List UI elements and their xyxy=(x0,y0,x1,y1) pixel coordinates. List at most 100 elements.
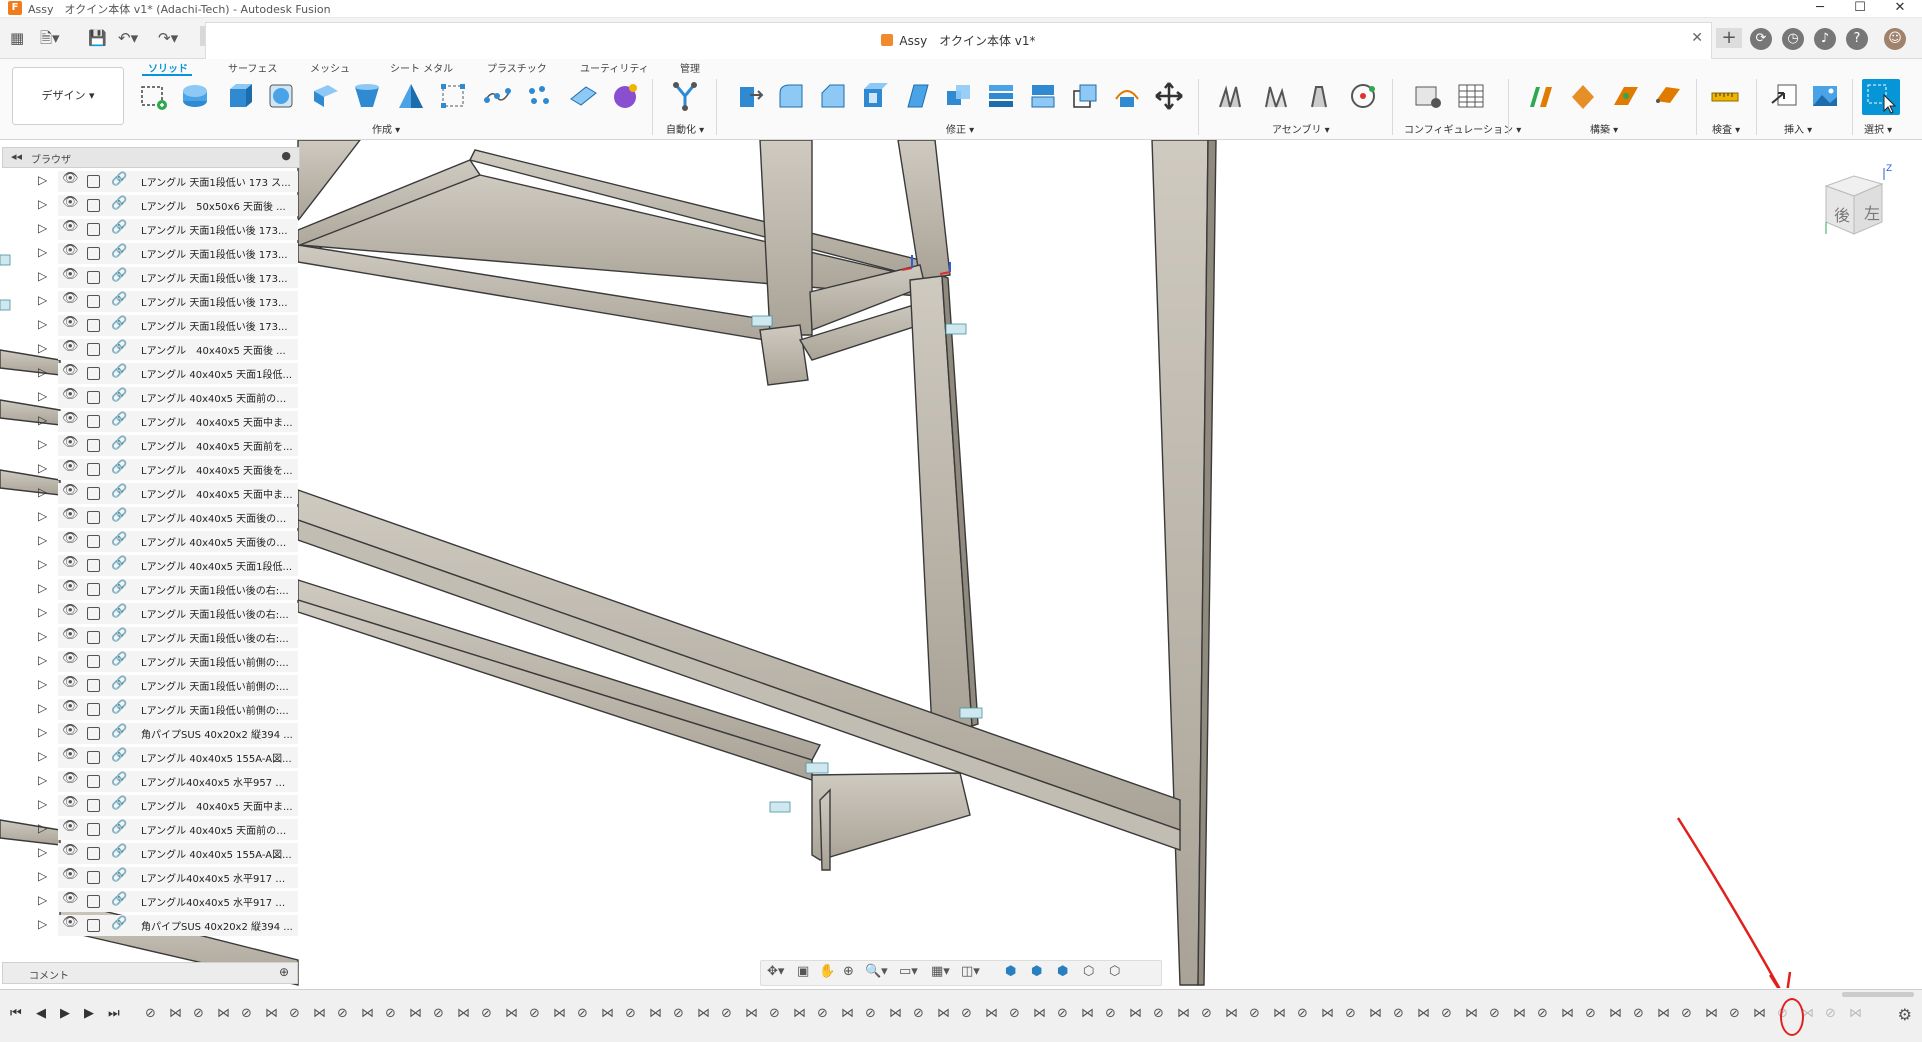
timeline-feature-icon[interactable]: ⊘ xyxy=(433,1006,451,1024)
timeline-feature-icon[interactable]: ⋈ xyxy=(1609,1006,1627,1024)
pattern-on-path-icon[interactable] xyxy=(524,81,554,111)
visibility-eye-icon[interactable]: 👁 xyxy=(62,579,79,594)
timeline-feature-icon[interactable]: ⊘ xyxy=(1393,1006,1411,1024)
timeline-feature-icon[interactable]: ⋈ xyxy=(457,1006,475,1024)
group-select[interactable]: 選択 ▾ xyxy=(1864,121,1892,136)
timeline-feature-icon[interactable]: ⊘ xyxy=(625,1006,643,1024)
browser-item[interactable]: ▷ 👁 🔗 Lアングル 天面1段低い前側の:... xyxy=(0,673,298,697)
visibility-eye-icon[interactable]: 👁 xyxy=(62,771,79,786)
visibility-eye-icon[interactable]: 👁 xyxy=(62,315,79,330)
browser-item[interactable]: ▷ 👁 🔗 Lアングル 天面1段低い後の右:... xyxy=(0,625,298,649)
expand-arrow-icon[interactable]: ▷ xyxy=(38,221,47,235)
group-modify[interactable]: 修正 ▾ xyxy=(946,121,974,136)
play-icon[interactable]: ▶ xyxy=(60,1006,70,1021)
expand-arrow-icon[interactable]: ▷ xyxy=(38,917,47,931)
expand-arrow-icon[interactable]: ▷ xyxy=(38,557,47,571)
browser-item[interactable]: ▷ 👁 🔗 Lアングル40x40x5 水平917 M... xyxy=(0,865,298,889)
browser-item[interactable]: ▷ 👁 🔗 Lアングル 天面1段低い後 173... xyxy=(0,217,298,241)
timeline-feature-icon[interactable]: ⊘ xyxy=(1441,1006,1459,1024)
visibility-eye-icon[interactable]: 👁 xyxy=(62,435,79,450)
timeline-feature-icon[interactable]: ⊘ xyxy=(1057,1006,1075,1024)
help-icon[interactable]: ? xyxy=(1846,28,1868,50)
browser-item[interactable]: ▷ 👁 🔗 Lアングル 40x40x5 155A-A図... xyxy=(0,745,298,769)
undo-icon[interactable]: ↶▾ xyxy=(118,28,138,48)
timeline-feature-icon[interactable]: ⋈ xyxy=(697,1006,715,1024)
tab-manage[interactable]: 管理 xyxy=(680,60,700,75)
expand-arrow-icon[interactable]: ▷ xyxy=(38,725,47,739)
timeline-feature-icon[interactable]: ⋈ xyxy=(601,1006,619,1024)
visibility-eye-icon[interactable]: 👁 xyxy=(62,387,79,402)
timeline-feature-icon[interactable]: ⊘ xyxy=(1633,1006,1651,1024)
visibility-eye-icon[interactable]: 👁 xyxy=(62,219,79,234)
timeline-feature-icon[interactable]: ⊘ xyxy=(1249,1006,1267,1024)
timeline-feature-icon[interactable]: ⊘ xyxy=(1009,1006,1027,1024)
timeline-feature-icon[interactable]: ⊘ xyxy=(577,1006,595,1024)
press-pull-icon[interactable] xyxy=(734,81,764,111)
browser-item[interactable]: ▷ 👁 🔗 Lアングル 40x40x5 天面前を... xyxy=(0,433,298,457)
chamfer-icon[interactable] xyxy=(818,81,848,111)
visibility-eye-icon[interactable]: 👁 xyxy=(62,555,79,570)
visibility-eye-icon[interactable]: 👁 xyxy=(62,459,79,474)
timeline-feature-icon[interactable]: ⊘ xyxy=(481,1006,499,1024)
visibility-eye-icon[interactable]: 👁 xyxy=(62,795,79,810)
visibility-eye-icon[interactable]: 👁 xyxy=(62,747,79,762)
timeline-feature-icon[interactable]: ⊘ xyxy=(1297,1006,1315,1024)
view-cube-face-left[interactable]: 左 xyxy=(1864,200,1880,224)
app-grid-icon[interactable]: ▦ xyxy=(10,28,24,48)
visibility-eye-icon[interactable]: 👁 xyxy=(62,483,79,498)
expand-arrow-icon[interactable]: ▷ xyxy=(38,605,47,619)
timeline-feature-icon[interactable]: ⋈ xyxy=(265,1006,283,1024)
shaded-view-icon[interactable]: ⬢ xyxy=(1005,964,1016,979)
view-cube[interactable]: 後 左 Z xyxy=(1820,164,1896,248)
timeline-feature-icon[interactable]: ⋈ xyxy=(937,1006,955,1024)
form-icon[interactable] xyxy=(610,81,640,111)
expand-arrow-icon[interactable]: ▷ xyxy=(38,245,47,259)
browser-options-icon[interactable]: ● xyxy=(281,149,291,162)
expand-arrow-icon[interactable]: ▷ xyxy=(38,413,47,427)
timeline-feature-icon[interactable]: ⊘ xyxy=(241,1006,259,1024)
browser-item[interactable]: ▷ 👁 🔗 Lアングル 40x40x5 天面1段低... xyxy=(0,553,298,577)
browser-item[interactable]: ▷ 👁 🔗 Lアングル 40x40x5 天面中ま... xyxy=(0,409,298,433)
expand-arrow-icon[interactable]: ▷ xyxy=(38,773,47,787)
visibility-eye-icon[interactable]: 👁 xyxy=(62,195,79,210)
create-sketch-icon[interactable] xyxy=(138,81,168,111)
expand-arrow-icon[interactable]: ▷ xyxy=(38,629,47,643)
expand-arrow-icon[interactable]: ▷ xyxy=(38,293,47,307)
expand-arrow-icon[interactable]: ▷ xyxy=(38,389,47,403)
group-configure[interactable]: コンフィギュレーション ▾ xyxy=(1404,121,1521,136)
insert-derive-icon[interactable] xyxy=(1770,81,1800,111)
timeline-feature-icon[interactable]: ⋈ xyxy=(1705,1006,1723,1024)
timeline-feature-icon[interactable]: ⊘ xyxy=(1153,1006,1171,1024)
redo-icon[interactable]: ↷▾ xyxy=(158,28,178,48)
timeline-feature-icon[interactable]: ⋈ xyxy=(505,1006,523,1024)
timeline-feature-icon[interactable]: ⊘ xyxy=(289,1006,307,1024)
timeline-feature-icon[interactable]: ⋈ xyxy=(1561,1006,1579,1024)
group-assemble[interactable]: アセンブリ ▾ xyxy=(1272,121,1330,136)
browser-header[interactable]: ◂◂ ブラウザ ● xyxy=(2,147,300,168)
visibility-eye-icon[interactable]: 👁 xyxy=(62,291,79,306)
browser-item[interactable]: ▷ 👁 🔗 角パイプSUS 40x20x2 縦394 ... xyxy=(0,913,298,937)
maximize-button[interactable]: ☐ xyxy=(1840,0,1880,16)
timeline-feature-icon[interactable]: ⋈ xyxy=(1273,1006,1291,1024)
insert-image-icon[interactable] xyxy=(1810,81,1840,111)
document-tab[interactable]: Assy オクイン本体 v1* ✕ xyxy=(205,22,1712,59)
wireframe-hidden-icon[interactable]: ⬡ xyxy=(1109,964,1120,979)
motion-link-icon[interactable] xyxy=(1348,81,1378,111)
hole-icon[interactable] xyxy=(310,81,340,111)
browser-item[interactable]: ▷ 👁 🔗 Lアングル 40x40x5 天面中ま... xyxy=(0,481,298,505)
timeline-feature-icon[interactable]: ⋈ xyxy=(313,1006,331,1024)
tab-plastic[interactable]: プラスチック xyxy=(487,60,547,75)
expand-arrow-icon[interactable]: ▷ xyxy=(38,869,47,883)
expand-arrow-icon[interactable]: ▷ xyxy=(38,461,47,475)
timeline-feature-icon[interactable]: ⊘ xyxy=(1681,1006,1699,1024)
timeline-feature-icon[interactable]: ⋈ xyxy=(1129,1006,1147,1024)
measure-icon[interactable] xyxy=(1710,81,1740,111)
shaded-edges-icon[interactable]: ⬢ xyxy=(1031,964,1042,979)
tab-mesh[interactable]: メッシュ xyxy=(310,60,350,75)
select-tool-button[interactable] xyxy=(1862,79,1900,115)
visibility-eye-icon[interactable]: 👁 xyxy=(62,723,79,738)
timeline-feature-icon[interactable]: ⋈ xyxy=(409,1006,427,1024)
timeline-feature-icon[interactable]: ⋈ xyxy=(1465,1006,1483,1024)
visibility-eye-icon[interactable]: 👁 xyxy=(62,915,79,930)
shell-modify-icon[interactable] xyxy=(860,81,890,111)
